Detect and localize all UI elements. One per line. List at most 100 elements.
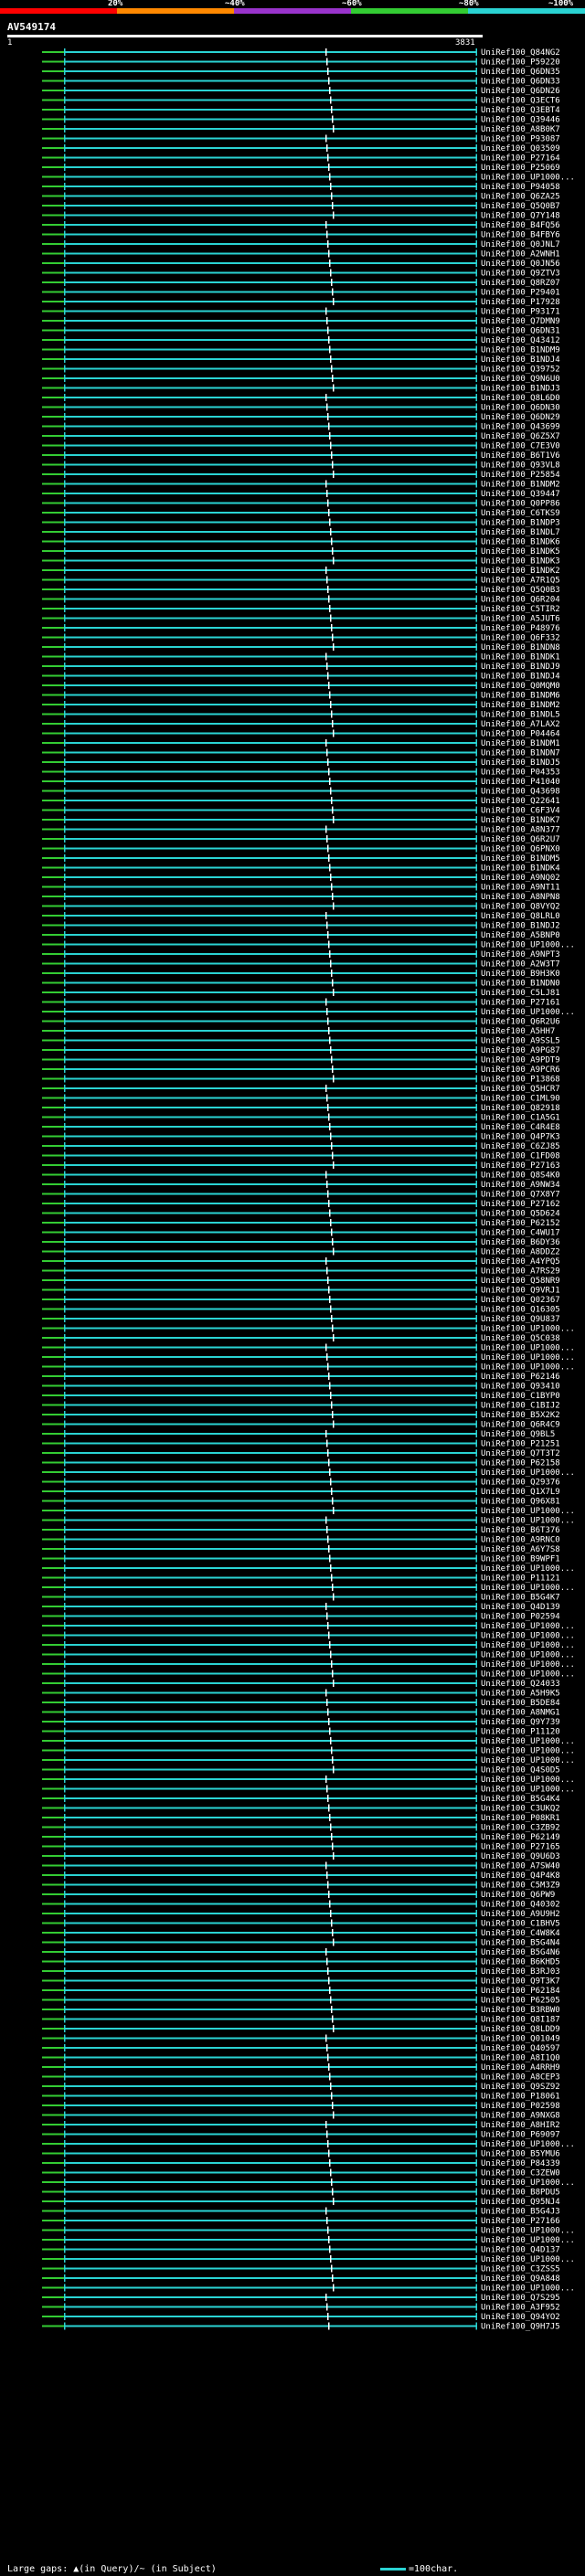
- hit-row[interactable]: UniRef100_Q6R2U6: [42, 1017, 560, 1027]
- hit-label[interactable]: UniRef100_Q6ZA25: [481, 193, 560, 202]
- hit-label[interactable]: UniRef100_A8I1Q0: [481, 2054, 560, 2063]
- hit-row[interactable]: UniRef100_C1BYP0: [42, 1392, 560, 1401]
- hit-row[interactable]: UniRef100_A5HH7: [42, 1027, 555, 1036]
- hit-row[interactable]: UniRef100_A9NT11: [42, 883, 560, 893]
- hit-label[interactable]: UniRef100_Q6DN33: [481, 78, 560, 87]
- hit-row[interactable]: UniRef100_B1NDK6: [42, 537, 560, 547]
- hit-row[interactable]: UniRef100_Q9SZ92: [42, 2083, 560, 2092]
- hit-row[interactable]: UniRef100_B3RJ03: [42, 1967, 560, 1977]
- hit-label[interactable]: UniRef100_P02594: [481, 1613, 560, 1622]
- hit-label[interactable]: UniRef100_Q0JN56: [481, 260, 560, 269]
- hit-label[interactable]: UniRef100_UP1000...: [481, 1517, 575, 1526]
- hit-label[interactable]: UniRef100_B6DY36: [481, 1238, 560, 1247]
- hit-label[interactable]: UniRef100_Q6R4C9: [481, 1421, 560, 1430]
- hit-row[interactable]: UniRef100_P84339: [42, 2159, 560, 2168]
- hit-label[interactable]: UniRef100_Q84NG2: [481, 48, 560, 58]
- hit-label[interactable]: UniRef100_A9SSL5: [481, 1037, 560, 1046]
- hit-label[interactable]: UniRef100_B1NDL7: [481, 528, 560, 537]
- hit-label[interactable]: UniRef100_Q5Q0B7: [481, 202, 560, 211]
- hit-label[interactable]: UniRef100_B1NDJ5: [481, 758, 560, 768]
- hit-row[interactable]: UniRef100_Q6DN29: [42, 413, 560, 422]
- hit-label[interactable]: UniRef100_A8N377: [481, 826, 560, 835]
- hit-label[interactable]: UniRef100_P27165: [481, 1843, 560, 1852]
- hit-label[interactable]: UniRef100_C5LJ81: [481, 989, 560, 998]
- hit-row[interactable]: UniRef100_B1NDJ4: [42, 672, 560, 682]
- hit-row[interactable]: UniRef100_Q6PNX0: [42, 844, 560, 854]
- hit-label[interactable]: UniRef100_Q6DN35: [481, 68, 560, 77]
- hit-label[interactable]: UniRef100_C3ZSS5: [481, 2265, 560, 2274]
- hit-label[interactable]: UniRef100_A5JUT6: [481, 615, 560, 624]
- hit-label[interactable]: UniRef100_UP1000...: [481, 2236, 575, 2245]
- hit-label[interactable]: UniRef100_Q6DN26: [481, 87, 560, 96]
- hit-label[interactable]: UniRef100_UP1000...: [481, 2178, 575, 2188]
- hit-row[interactable]: UniRef100_C4WU17: [42, 1228, 560, 1238]
- hit-label[interactable]: UniRef100_C1FD08: [481, 1152, 560, 1161]
- hit-row[interactable]: UniRef100_Q6DN26: [42, 87, 560, 96]
- hit-label[interactable]: UniRef100_B3RBW0: [481, 2006, 560, 2015]
- hit-row[interactable]: UniRef100_B1NDN7: [42, 748, 560, 758]
- hit-label[interactable]: UniRef100_A9NQ02: [481, 874, 560, 883]
- hit-label[interactable]: UniRef100_C1ML90: [481, 1095, 560, 1104]
- hit-row[interactable]: UniRef100_P04353: [42, 768, 560, 778]
- hit-label[interactable]: UniRef100_UP1000...: [481, 1670, 575, 1680]
- hit-row[interactable]: UniRef100_Q95NJ4: [42, 2198, 560, 2207]
- hit-label[interactable]: UniRef100_Q39752: [481, 366, 560, 375]
- hit-row[interactable]: UniRef100_A9PG87: [42, 1046, 560, 1055]
- hit-row[interactable]: UniRef100_P62505: [42, 1996, 560, 2006]
- hit-row[interactable]: UniRef100_B1NDJ2: [42, 921, 560, 931]
- hit-row[interactable]: UniRef100_Q39752: [42, 365, 560, 375]
- hit-row[interactable]: UniRef100_Q0MQM0: [42, 682, 560, 691]
- hit-row[interactable]: UniRef100_A9NQ02: [42, 874, 560, 883]
- hit-row[interactable]: UniRef100_P08KR1: [42, 1814, 560, 1823]
- hit-label[interactable]: UniRef100_B6T1V6: [481, 451, 560, 461]
- hit-row[interactable]: UniRef100_Q6PW9: [42, 1891, 555, 1900]
- hit-row[interactable]: UniRef100_Q96X81: [42, 1497, 560, 1507]
- hit-label[interactable]: UniRef100_Q94YO2: [481, 2313, 560, 2322]
- hit-row[interactable]: UniRef100_P94058: [42, 183, 560, 192]
- hit-label[interactable]: UniRef100_B1NDK5: [481, 547, 560, 557]
- hit-label[interactable]: UniRef100_Q39447: [481, 490, 560, 499]
- hit-row[interactable]: UniRef100_P04464: [42, 729, 560, 739]
- hit-row[interactable]: UniRef100_B1NDJ5: [42, 758, 560, 768]
- hit-row[interactable]: UniRef100_Q8LRL0: [42, 912, 560, 921]
- hit-label[interactable]: UniRef100_B1NDM9: [481, 346, 560, 355]
- hit-label[interactable]: UniRef100_Q43412: [481, 336, 560, 345]
- hit-row[interactable]: UniRef100_UP1000...: [42, 1324, 575, 1334]
- hit-label[interactable]: UniRef100_B9H3K0: [481, 970, 560, 979]
- hit-label[interactable]: UniRef100_P59220: [481, 58, 560, 68]
- hit-label[interactable]: UniRef100_C1BIJ2: [481, 1402, 560, 1411]
- hit-label[interactable]: UniRef100_UP1000...: [481, 2255, 575, 2264]
- hit-label[interactable]: UniRef100_A7LAX2: [481, 720, 560, 729]
- hit-label[interactable]: UniRef100_Q1X7L9: [481, 1488, 560, 1497]
- hit-label[interactable]: UniRef100_B1NDK6: [481, 538, 560, 547]
- hit-row[interactable]: UniRef100_P62146: [42, 1373, 560, 1382]
- hit-label[interactable]: UniRef100_Q9T3K7: [481, 1977, 560, 1987]
- hit-label[interactable]: UniRef100_Q7T3T2: [481, 1449, 560, 1458]
- hit-row[interactable]: UniRef100_Q6ZA25: [42, 192, 560, 202]
- hit-label[interactable]: UniRef100_C3ZB92: [481, 1824, 560, 1833]
- hit-row[interactable]: UniRef100_A9SSL5: [42, 1036, 560, 1046]
- hit-label[interactable]: UniRef100_Q8RZ07: [481, 279, 560, 288]
- hit-row[interactable]: UniRef100_C3ZSS5: [42, 2264, 560, 2274]
- hit-row[interactable]: UniRef100_UP1000...: [42, 2255, 575, 2264]
- hit-label[interactable]: UniRef100_A5HH7: [481, 1027, 555, 1036]
- hit-row[interactable]: UniRef100_A2W3T7: [42, 959, 560, 970]
- hit-label[interactable]: UniRef100_B1NDM5: [481, 854, 560, 864]
- hit-label[interactable]: UniRef100_UP1000...: [481, 1584, 575, 1593]
- hit-label[interactable]: UniRef100_Q6R2U6: [481, 1018, 560, 1027]
- hit-label[interactable]: UniRef100_A9NW34: [481, 1181, 560, 1190]
- hit-row[interactable]: UniRef100_C3UKQ2: [42, 1804, 560, 1814]
- hit-label[interactable]: UniRef100_UP1000...: [481, 1353, 575, 1362]
- hit-row[interactable]: UniRef100_Q29376: [42, 1478, 560, 1488]
- hit-row[interactable]: UniRef100_Q8VYQ2: [42, 902, 560, 912]
- hit-label[interactable]: UniRef100_Q8S4K0: [481, 1171, 560, 1181]
- hit-row[interactable]: UniRef100_UP1000...: [42, 1670, 575, 1680]
- hit-label[interactable]: UniRef100_A9RNC0: [481, 1536, 560, 1545]
- hit-label[interactable]: UniRef100_Q0JNL7: [481, 240, 560, 249]
- hit-label[interactable]: UniRef100_A7R1Q5: [481, 577, 560, 586]
- hit-label[interactable]: UniRef100_Q3ECT6: [481, 97, 560, 106]
- hit-row[interactable]: UniRef100_A4YPQ5: [42, 1257, 560, 1267]
- hit-label[interactable]: UniRef100_Q9H7J5: [481, 2323, 560, 2332]
- hit-label[interactable]: UniRef100_C6F3V4: [481, 807, 560, 816]
- hit-label[interactable]: UniRef100_Q40302: [481, 1901, 560, 1910]
